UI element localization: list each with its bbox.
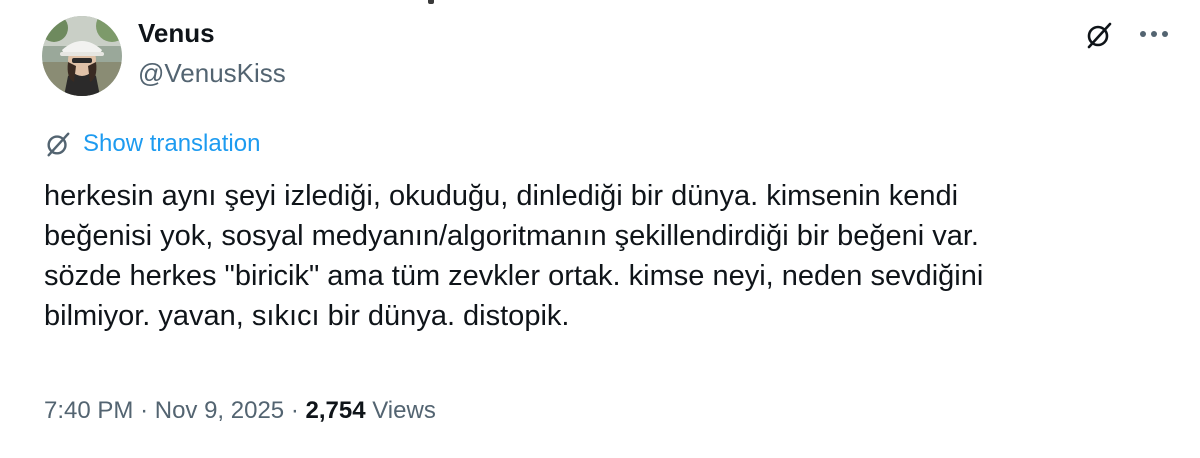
tweet-text-line: herkesin aynı şeyi izlediği, okuduğu, di… xyxy=(44,180,959,212)
more-options-button[interactable] xyxy=(1136,20,1172,48)
author-block: Venus @VenusKiss xyxy=(138,16,286,89)
meta-separator: · xyxy=(140,397,149,424)
avatar-photo xyxy=(42,16,122,96)
grok-slash-circle-icon xyxy=(1087,22,1112,49)
show-translation-link[interactable]: Show translation xyxy=(44,128,260,160)
meta-separator: · xyxy=(290,397,299,424)
more-horizontal-icon xyxy=(1140,31,1168,37)
author-handle[interactable]: @VenusKiss xyxy=(138,57,286,89)
cropped-top-fragment xyxy=(428,0,434,4)
grok-button[interactable] xyxy=(1082,18,1116,52)
tweet-text-line: beğenisi yok, sosyal medyanın/algoritman… xyxy=(44,220,979,252)
views-count: 2,754 xyxy=(305,397,366,424)
tweet-meta: 7:40 PM · Nov 9, 2025 · 2,754 Views xyxy=(44,395,436,427)
tweet-text-line: bilmiyor. yavan, sıkıcı bir dünya. disto… xyxy=(44,300,570,332)
tweet-time[interactable]: 7:40 PM xyxy=(44,397,133,424)
views-label: Views xyxy=(372,397,436,424)
tweet-date[interactable]: Nov 9, 2025 xyxy=(155,397,284,424)
views-link[interactable]: 2,754 Views xyxy=(306,397,436,424)
author-display-name[interactable]: Venus xyxy=(138,16,286,50)
avatar[interactable] xyxy=(42,16,122,96)
tweet-text-line: sözde herkes "biricik" ama tüm zevkler o… xyxy=(44,260,984,292)
tweet-card: Venus @VenusKiss Show translation herkes… xyxy=(0,0,1200,458)
grok-slash-circle-icon xyxy=(47,132,70,157)
tweet-text: herkesin aynı şeyi izlediği, okuduğu, di… xyxy=(44,176,1184,336)
show-translation-label: Show translation xyxy=(83,130,261,157)
